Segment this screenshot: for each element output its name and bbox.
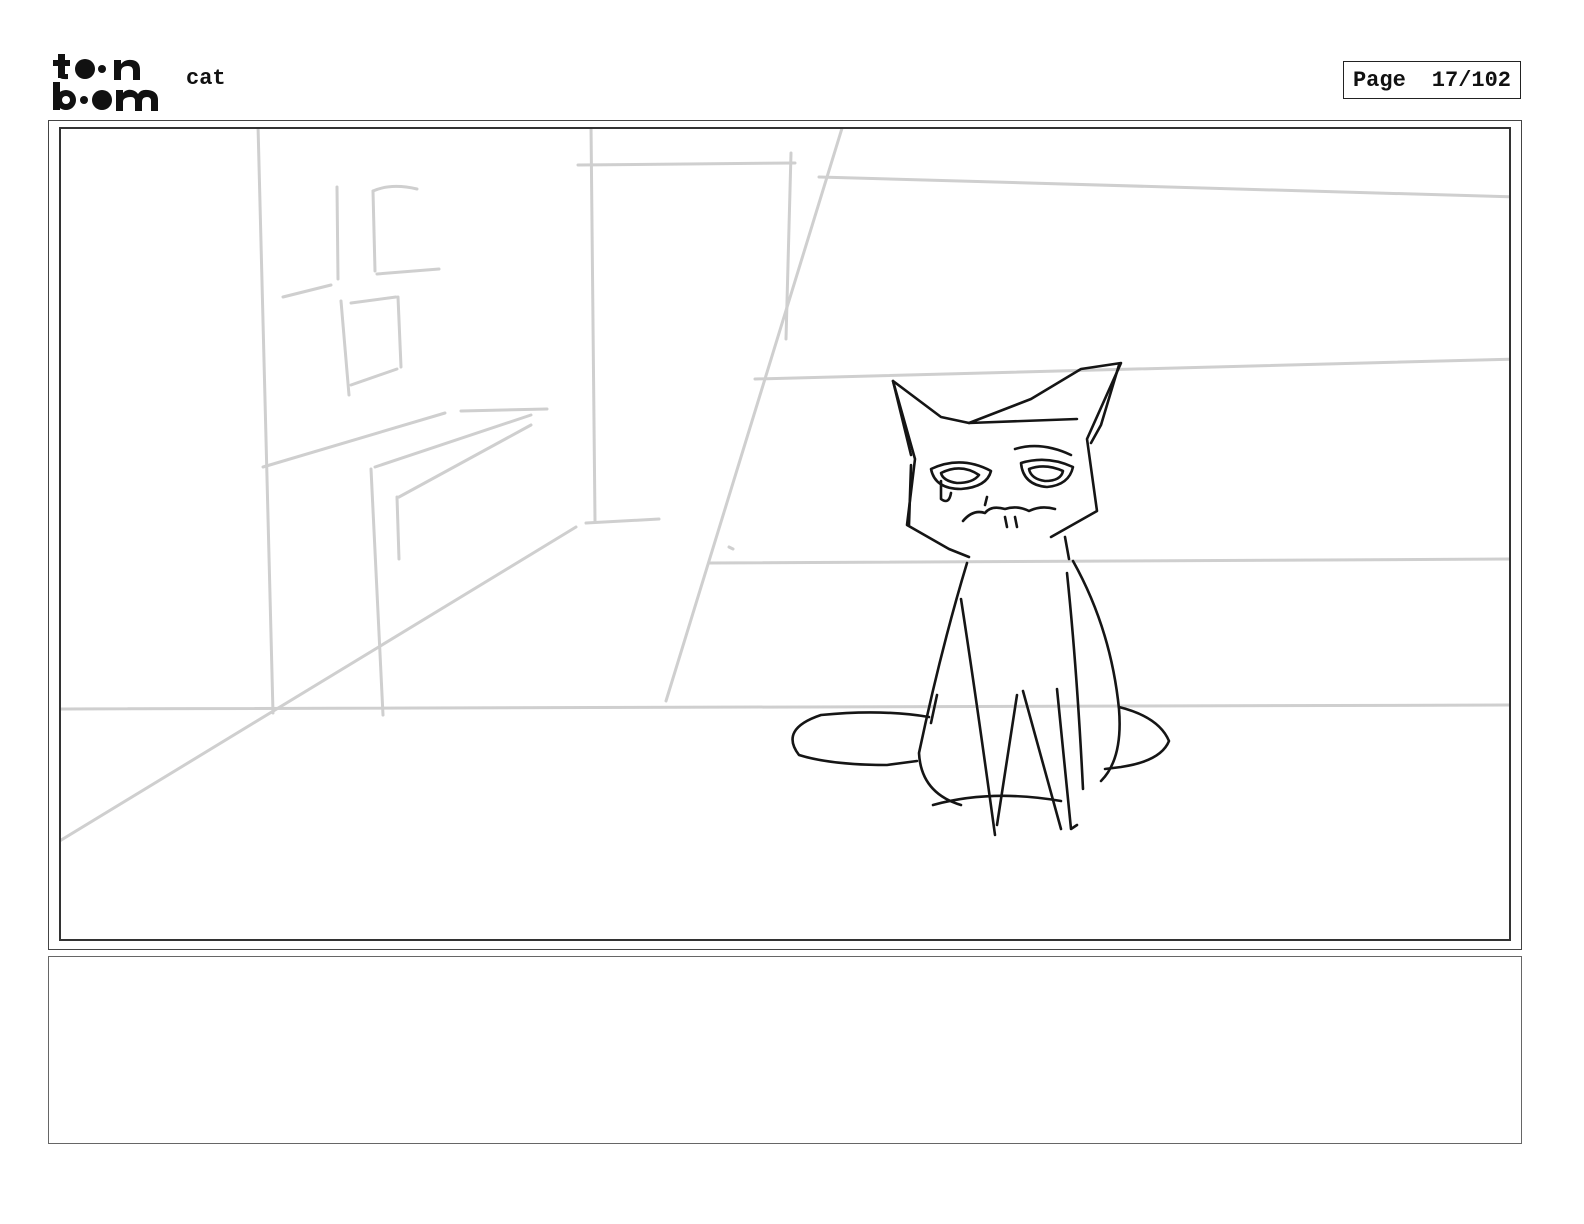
storyboard-panel-frame	[48, 120, 1522, 950]
page-number: 17/102	[1431, 67, 1512, 93]
panel-sketch	[61, 129, 1509, 842]
document-title: cat	[186, 66, 226, 91]
panel-notes-box[interactable]	[48, 956, 1522, 1144]
cat-sketch	[791, 361, 1171, 837]
page-indicator: Page 17/102	[1343, 61, 1521, 99]
page-label: Page	[1352, 67, 1406, 93]
storyboard-panel[interactable]	[59, 127, 1511, 941]
toonboom-logo-mark	[53, 54, 158, 111]
background-sketch-lines	[61, 129, 1509, 842]
toonboom-logo	[52, 50, 164, 112]
